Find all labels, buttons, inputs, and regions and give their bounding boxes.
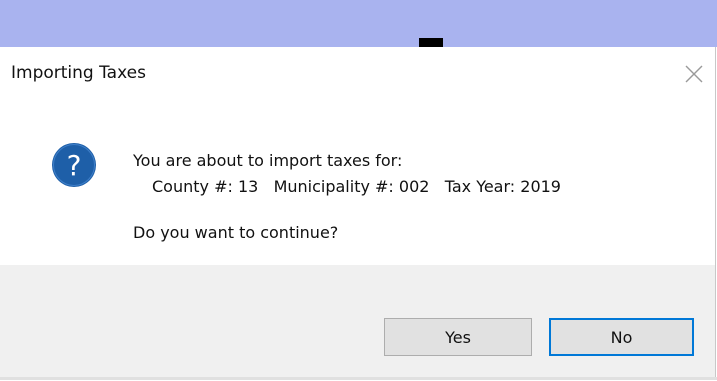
import-taxes-dialog: Importing Taxes ? You are about to impor…: [0, 47, 717, 380]
dialog-title: Importing Taxes: [11, 63, 146, 83]
svg-text:?: ?: [67, 149, 82, 182]
message-question: Do you want to continue?: [133, 223, 339, 242]
message-line-1: You are about to import taxes for:: [133, 151, 403, 170]
dialog-title-bar: Importing Taxes: [0, 47, 715, 104]
dialog-message: You are about to import taxes for: Count…: [133, 148, 561, 246]
no-button[interactable]: No: [549, 318, 694, 356]
question-icon: ?: [50, 141, 98, 189]
message-line-2: County #: 13 Municipality #: 002 Tax Yea…: [152, 177, 561, 196]
close-button[interactable]: [676, 57, 712, 93]
dialog-bottom-edge: [0, 377, 717, 380]
close-icon: [685, 65, 703, 83]
background-window-strip: [0, 0, 717, 47]
yes-button[interactable]: Yes: [384, 318, 532, 356]
